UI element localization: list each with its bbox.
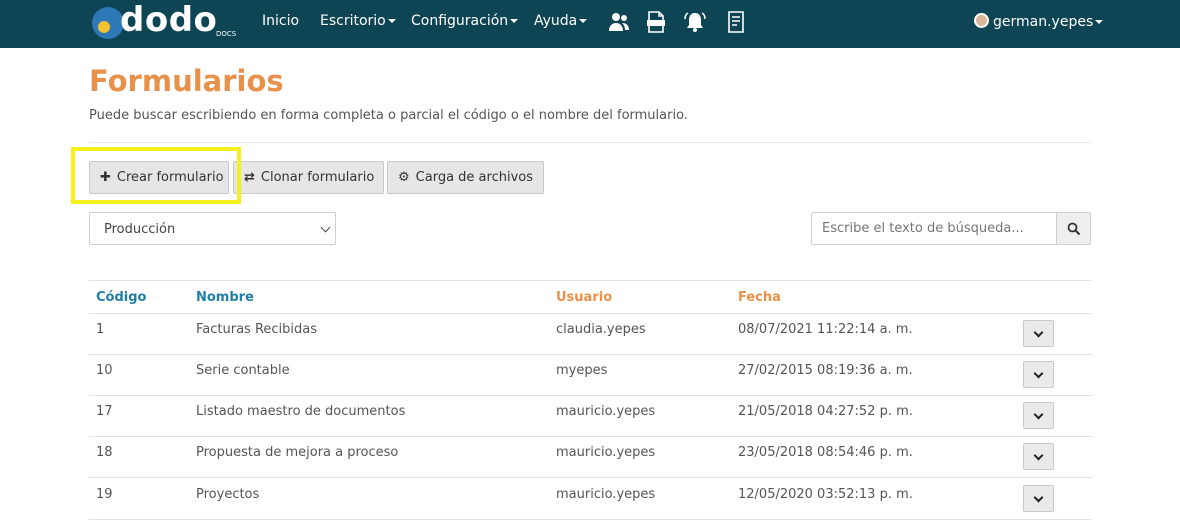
nav-inicio[interactable]: Inicio xyxy=(262,13,299,29)
nav-escritorio-label: Escritorio xyxy=(320,13,386,29)
search-button[interactable] xyxy=(1056,212,1091,245)
users-icon[interactable] xyxy=(607,10,631,34)
cell-fecha: 21/05/2018 04:27:52 p. m. xyxy=(738,404,913,419)
cell-usuario: mauricio.yepes xyxy=(556,487,656,502)
row-actions-dropdown-button[interactable] xyxy=(1023,320,1054,347)
user-name: german.yepes xyxy=(993,14,1094,30)
bell-icon[interactable] xyxy=(683,10,707,34)
cell-codigo: 19 xyxy=(96,487,113,502)
environment-select-value: Producción xyxy=(104,222,176,237)
column-header-fecha[interactable]: Fecha xyxy=(738,290,781,305)
caret-down-icon xyxy=(387,19,396,23)
nav-configuracion-label: Configuración xyxy=(411,13,509,29)
row-divider xyxy=(89,436,1091,437)
search-icon xyxy=(1067,222,1081,236)
cell-fecha: 12/05/2020 03:52:13 p. m. xyxy=(738,487,913,502)
row-divider xyxy=(89,477,1091,478)
top-navbar: dodo DOCS Inicio Escritorio Configuració… xyxy=(0,0,1180,48)
page-description: Puede buscar escribiendo en forma comple… xyxy=(89,108,688,123)
document-icon[interactable] xyxy=(724,10,748,34)
row-actions-dropdown-button[interactable] xyxy=(1023,443,1054,470)
column-header-codigo[interactable]: Código xyxy=(96,290,146,305)
retweet-icon: ⇄ xyxy=(244,170,255,185)
nav-ayuda[interactable]: Ayuda xyxy=(534,13,588,29)
highlight-box xyxy=(71,147,241,204)
cell-usuario: myepes xyxy=(556,363,608,378)
cell-usuario: mauricio.yepes xyxy=(556,404,656,419)
cell-fecha: 27/02/2015 08:19:36 a. m. xyxy=(738,363,913,378)
row-divider xyxy=(89,354,1091,355)
row-actions-dropdown-button[interactable] xyxy=(1023,402,1054,429)
chevron-down-icon xyxy=(320,222,331,233)
cell-fecha: 08/07/2021 11:22:14 a. m. xyxy=(738,322,913,337)
upload-files-label: Carga de archivos xyxy=(415,170,533,185)
caret-down-icon xyxy=(1095,20,1104,24)
row-divider xyxy=(89,395,1091,396)
caret-down-icon xyxy=(579,19,588,23)
row-actions-dropdown-button[interactable] xyxy=(1023,485,1054,512)
divider xyxy=(89,142,1091,143)
cell-nombre: Proyectos xyxy=(196,487,260,502)
page-title: Formularios xyxy=(89,64,284,98)
cell-codigo: 10 xyxy=(96,363,113,378)
cell-nombre: Propuesta de mejora a proceso xyxy=(196,445,399,460)
caret-down-icon xyxy=(510,19,519,23)
table-top-border xyxy=(89,280,1091,281)
user-menu[interactable]: german.yepes xyxy=(974,13,1104,30)
cell-fecha: 23/05/2018 08:54:46 p. m. xyxy=(738,445,913,460)
cell-codigo: 1 xyxy=(96,322,105,337)
upload-files-button[interactable]: ⚙ Carga de archivos xyxy=(387,161,544,194)
cell-nombre: Serie contable xyxy=(196,363,290,378)
clone-form-button[interactable]: ⇄ Clonar formulario xyxy=(233,161,384,194)
cell-nombre: Listado maestro de documentos xyxy=(196,404,406,419)
nav-configuracion[interactable]: Configuración xyxy=(411,13,519,29)
xlsx-file-icon[interactable] xyxy=(644,10,668,34)
row-divider xyxy=(89,519,1091,520)
search-input[interactable] xyxy=(811,212,1057,245)
cell-usuario: mauricio.yepes xyxy=(556,445,656,460)
cell-codigo: 17 xyxy=(96,404,113,419)
clone-form-label: Clonar formulario xyxy=(260,170,375,185)
gear-icon: ⚙ xyxy=(398,170,410,185)
logo-subtext: DOCS xyxy=(216,30,237,38)
cell-nombre: Facturas Recibidas xyxy=(196,322,318,337)
nav-inicio-label: Inicio xyxy=(262,13,300,29)
nav-escritorio[interactable]: Escritorio xyxy=(320,13,396,29)
environment-select[interactable]: Producción xyxy=(89,212,336,245)
cell-usuario: claudia.yepes xyxy=(556,322,646,337)
logo-text: dodo xyxy=(120,0,218,40)
column-header-nombre[interactable]: Nombre xyxy=(196,290,254,305)
column-header-usuario[interactable]: Usuario xyxy=(556,290,612,305)
row-actions-dropdown-button[interactable] xyxy=(1023,361,1054,388)
nav-ayuda-label: Ayuda xyxy=(534,13,578,29)
dodo-logo[interactable]: dodo DOCS xyxy=(90,0,240,43)
avatar xyxy=(974,13,989,28)
cell-codigo: 18 xyxy=(96,445,113,460)
row-divider xyxy=(89,313,1091,314)
